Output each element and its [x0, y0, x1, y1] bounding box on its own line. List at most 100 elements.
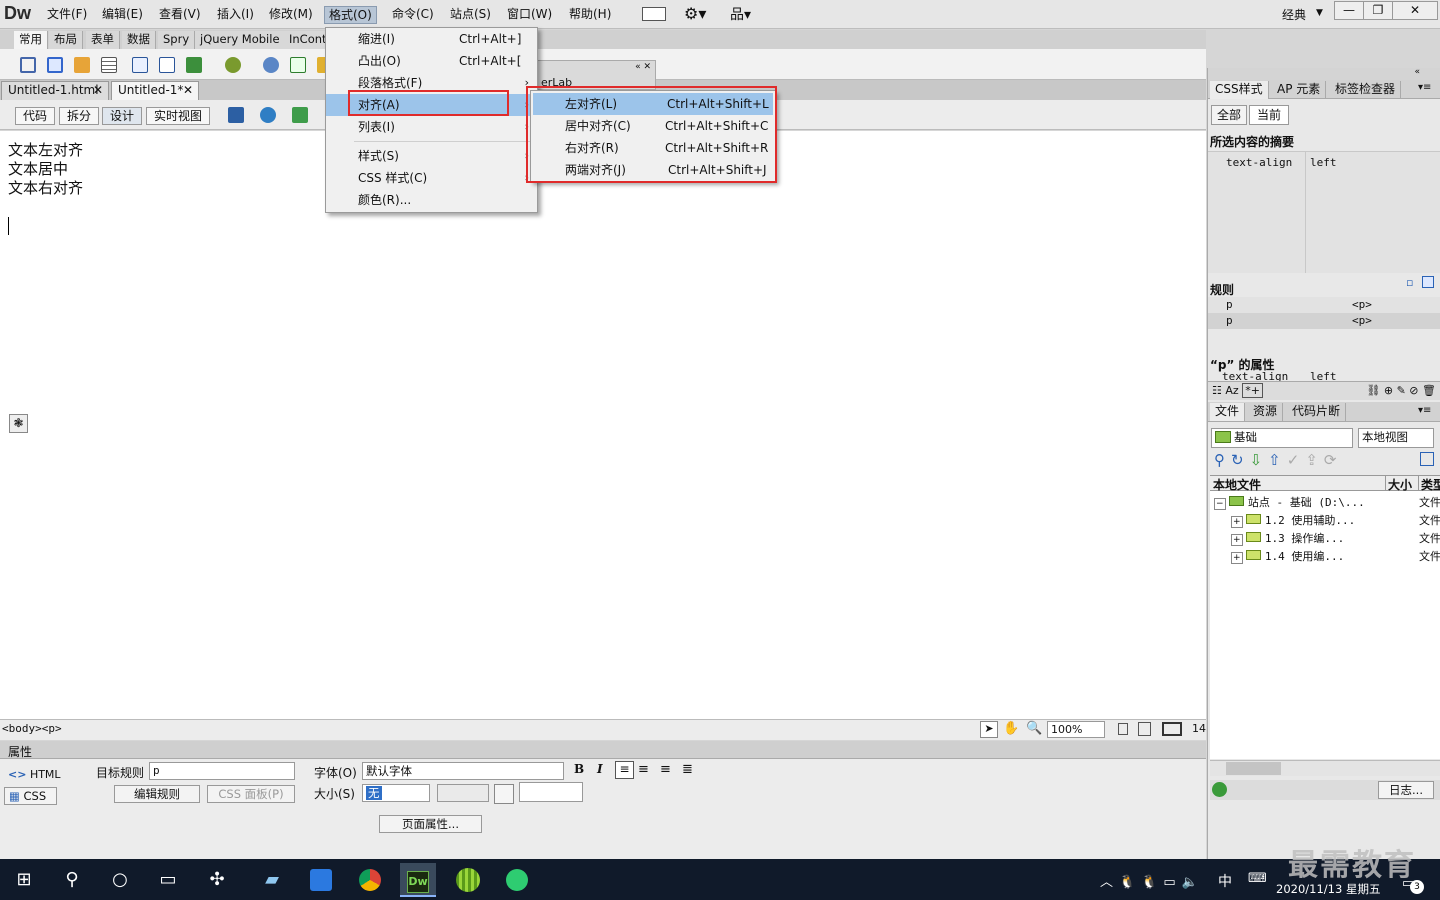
- insert-tab-layout[interactable]: 布局: [49, 31, 83, 49]
- show-info-icon[interactable]: [1422, 276, 1434, 288]
- design-text-line[interactable]: 文本居中: [8, 160, 68, 179]
- panel-menu-icon[interactable]: ▾≡: [1418, 82, 1431, 93]
- tree-row[interactable]: + 1.4 使用编... 文件: [1231, 548, 1440, 564]
- tab-css-styles[interactable]: CSS样式: [1210, 81, 1269, 99]
- page-properties-button[interactable]: 页面属性...: [379, 815, 482, 833]
- menu-item-list[interactable]: 列表(I) ›: [326, 116, 537, 138]
- all-mode-button[interactable]: 全部: [1211, 105, 1247, 125]
- put-files-icon[interactable]: ⇧: [1268, 451, 1287, 469]
- tree-row[interactable]: − 站点 - 基础 (D:\... 文件: [1214, 494, 1440, 510]
- bold-button[interactable]: B: [574, 762, 584, 776]
- color-picker[interactable]: [494, 784, 514, 804]
- view-select[interactable]: 本地视图: [1358, 428, 1434, 448]
- search-icon[interactable]: ⚲: [54, 863, 90, 897]
- image-icon[interactable]: [186, 57, 202, 73]
- sync-icon[interactable]: ⟳: [1324, 451, 1343, 469]
- expand-panel-icon[interactable]: [1420, 452, 1434, 466]
- code-view-button[interactable]: 代码: [15, 107, 56, 125]
- tab-assets[interactable]: 资源: [1248, 403, 1284, 421]
- menu-item-indent[interactable]: 缩进(I) Ctrl+Alt+]: [326, 28, 537, 50]
- css-panel-button[interactable]: CSS 面板(P): [207, 785, 295, 803]
- doc-tab-untitled-modified[interactable]: Untitled-1* ✕: [111, 81, 199, 100]
- menu-window[interactable]: 窗口(W): [503, 6, 556, 24]
- keyboard-icon[interactable]: ⌨: [1248, 871, 1267, 886]
- horizontal-rule-icon[interactable]: [101, 57, 117, 73]
- design-text-line[interactable]: 文本右对齐: [8, 179, 83, 198]
- rule-row-selected[interactable]: [1208, 313, 1440, 329]
- set-properties-icon[interactable]: *+: [1242, 383, 1263, 398]
- zoom-select[interactable]: 100%: [1047, 721, 1105, 738]
- pinwheel-app-icon[interactable]: ✣: [199, 863, 235, 897]
- file-transfer-icon[interactable]: [292, 107, 308, 123]
- phone-size-icon[interactable]: [1118, 723, 1128, 735]
- design-view-button[interactable]: 设计: [102, 107, 143, 125]
- css-footer-icons[interactable]: ⛓ ⊕ ✎ ⊘ 🗑: [1366, 382, 1436, 400]
- melon-app-icon[interactable]: [450, 863, 486, 897]
- align-center-icon[interactable]: ≡: [638, 762, 649, 777]
- menu-item-outdent[interactable]: 凸出(O) Ctrl+Alt+[: [326, 50, 537, 72]
- font-select[interactable]: 默认字体: [362, 762, 564, 780]
- get-files-icon[interactable]: ⇩: [1250, 451, 1269, 469]
- split-view-button[interactable]: 拆分: [59, 107, 100, 125]
- insert-tab-common[interactable]: 常用: [14, 31, 48, 49]
- hyperlink-icon[interactable]: [20, 57, 36, 73]
- zoom-tool-icon[interactable]: 🔍: [1026, 721, 1042, 736]
- italic-button[interactable]: I: [597, 762, 603, 776]
- current-mode-button[interactable]: 当前: [1249, 105, 1289, 125]
- network-icon[interactable]: ▭: [1163, 875, 1181, 890]
- menu-modify[interactable]: 修改(M): [265, 6, 317, 24]
- chevron-up-icon[interactable]: ︿: [1100, 875, 1119, 890]
- live-view-button[interactable]: 实时视图: [146, 107, 211, 125]
- html-mode-button[interactable]: <> HTML: [8, 768, 61, 781]
- insert-tab-data[interactable]: 数据: [122, 31, 156, 49]
- menu-item-style[interactable]: 样式(S) ›: [326, 145, 537, 167]
- menu-help[interactable]: 帮助(H): [565, 6, 615, 24]
- expand-toggle-icon[interactable]: +: [1231, 552, 1243, 564]
- size-unit-select[interactable]: [437, 784, 489, 802]
- collapse-icon[interactable]: « ✕: [635, 62, 651, 72]
- task-view-icon[interactable]: ▭: [150, 863, 186, 897]
- wps-app-icon[interactable]: [303, 863, 339, 897]
- expand-toggle-icon[interactable]: +: [1231, 516, 1243, 528]
- anchor-icon[interactable]: [74, 57, 90, 73]
- collapse-icon[interactable]: «: [1414, 67, 1420, 77]
- date-icon[interactable]: [290, 57, 306, 73]
- site-map-icon[interactable]: 品▾: [730, 4, 751, 24]
- hidden-element-icon[interactable]: ❃: [9, 414, 28, 433]
- log-button[interactable]: 日志...: [1378, 781, 1434, 799]
- check-out-icon[interactable]: ✓: [1287, 451, 1306, 469]
- workspace-switcher[interactable]: 经典: [1282, 6, 1306, 23]
- category-view-icon[interactable]: ☷: [1212, 384, 1222, 397]
- menu-insert[interactable]: 插入(I): [213, 6, 258, 24]
- menu-format[interactable]: 格式(O): [324, 6, 377, 24]
- dock-collapse-bar[interactable]: «: [1208, 67, 1440, 80]
- align-right-icon[interactable]: ≡: [660, 762, 671, 777]
- qq-icon-2[interactable]: 🐧: [1141, 875, 1163, 890]
- browser-app-icon[interactable]: [499, 863, 535, 897]
- collapse-toggle-icon[interactable]: −: [1214, 498, 1226, 510]
- status-globe-icon[interactable]: [1212, 782, 1227, 797]
- pointer-tool-icon[interactable]: ➤: [980, 721, 998, 738]
- refresh-icon[interactable]: ↻: [1231, 451, 1250, 469]
- preview-browser-icon[interactable]: [260, 107, 276, 123]
- volume-icon[interactable]: 🔈: [1182, 875, 1204, 890]
- qq-icon[interactable]: 🐧: [1119, 875, 1141, 890]
- desktop-size-icon[interactable]: [1162, 722, 1182, 736]
- doc-tab-untitled-html[interactable]: Untitled-1.html ✕: [1, 81, 109, 100]
- horizontal-scrollbar[interactable]: [1210, 760, 1440, 776]
- gear-icon[interactable]: ⚙▾: [684, 4, 706, 23]
- email-link-icon[interactable]: [47, 57, 63, 73]
- tab-ap-elements[interactable]: AP 元素: [1272, 81, 1327, 99]
- minimize-button[interactable]: —: [1334, 1, 1364, 20]
- menu-file[interactable]: 文件(F): [43, 6, 91, 24]
- insert-tab-spry[interactable]: Spry: [158, 31, 196, 49]
- site-select[interactable]: 基础: [1211, 428, 1353, 448]
- widget-icon[interactable]: [263, 57, 279, 73]
- color-input[interactable]: [519, 782, 583, 802]
- tab-snippets[interactable]: 代码片断: [1287, 403, 1347, 421]
- size-select[interactable]: 无: [362, 784, 430, 802]
- menu-edit[interactable]: 编辑(E): [98, 6, 147, 24]
- panel-menu-icon[interactable]: ▾≡: [1418, 405, 1431, 416]
- menu-view[interactable]: 查看(V): [155, 6, 205, 24]
- edit-rule-button[interactable]: 编辑规则: [114, 785, 200, 803]
